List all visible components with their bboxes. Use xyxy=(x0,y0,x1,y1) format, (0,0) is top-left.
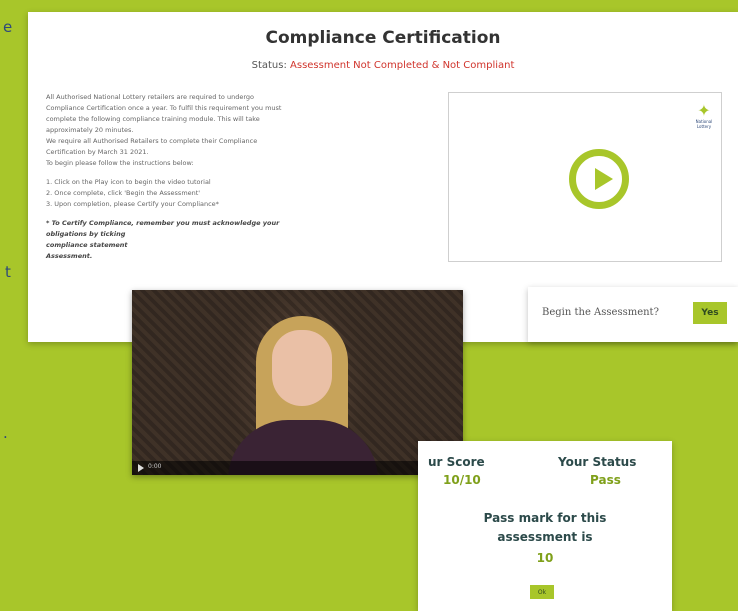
status-header: Your Status xyxy=(558,455,637,469)
score-card: ur Score Your Status 10/10 Pass Pass mar… xyxy=(418,441,672,611)
lottery-mark-icon: ✦ xyxy=(697,101,711,120)
logo-text: National Lottery xyxy=(695,119,713,129)
footnote-line: obligations by ticking xyxy=(46,230,126,238)
video-time: 0:00 xyxy=(148,463,162,470)
body-line: complete the following compliance traini… xyxy=(46,115,260,123)
result-status-value: Pass xyxy=(590,473,621,487)
status-value: Assessment Not Completed & Not Compliant xyxy=(290,60,515,71)
edge-text-fragment: e xyxy=(3,18,13,36)
begin-assessment-label: Begin the Assessment? xyxy=(542,307,659,318)
pass-mark-text: Pass mark for this assessment is xyxy=(418,509,672,547)
score-value: 10/10 xyxy=(443,473,481,487)
body-line: All Authorised National Lottery retailer… xyxy=(46,93,254,101)
footnote-line: * To Certify Compliance, remember you mu… xyxy=(46,219,280,227)
step-item: 3. Upon completion, please Certify your … xyxy=(46,200,219,208)
instructions-text: All Authorised National Lottery retailer… xyxy=(46,92,346,262)
body-line: We require all Authorised Retailers to c… xyxy=(46,137,258,145)
footnote-line: Assessment. xyxy=(46,252,93,260)
video-player[interactable]: 0:00 ◐ ⛶ xyxy=(132,290,463,475)
page-title: Compliance Certification xyxy=(265,28,501,48)
status-line: Status: Assessment Not Completed & Not C… xyxy=(28,60,738,71)
edge-text-fragment: . xyxy=(3,424,8,442)
body-line: To begin please follow the instructions … xyxy=(46,159,194,167)
tutorial-video-box[interactable]: ✦ National Lottery xyxy=(448,92,722,262)
lottery-logo: ✦ National Lottery xyxy=(693,101,715,130)
presenter-face xyxy=(272,330,332,406)
score-header: ur Score xyxy=(428,455,485,469)
body-line: Certification by March 31 2021. xyxy=(46,148,149,156)
pass-mark-value: 10 xyxy=(536,551,554,565)
edge-text-fragment: t xyxy=(5,263,11,281)
footnote-line: compliance statement xyxy=(46,241,128,249)
ok-button[interactable]: Ok xyxy=(530,585,554,599)
step-item: 1. Click on the Play icon to begin the v… xyxy=(46,178,211,186)
play-triangle-icon xyxy=(595,168,613,190)
begin-assessment-bar: Begin the Assessment? Yes xyxy=(528,287,738,342)
video-play-icon[interactable] xyxy=(138,464,144,472)
body-line: approximately 20 minutes. xyxy=(46,126,134,134)
yes-button[interactable]: Yes xyxy=(693,302,727,324)
video-controls: 0:00 ◐ ⛶ xyxy=(132,461,463,475)
step-item: 2. Once complete, click 'Begin the Asses… xyxy=(46,189,201,197)
pass-mark-label: Pass mark for this assessment is xyxy=(483,511,607,544)
body-line: Compliance Certification once a year. To… xyxy=(46,104,282,112)
play-circle-icon[interactable] xyxy=(569,149,629,209)
status-label: Status: xyxy=(251,60,287,71)
